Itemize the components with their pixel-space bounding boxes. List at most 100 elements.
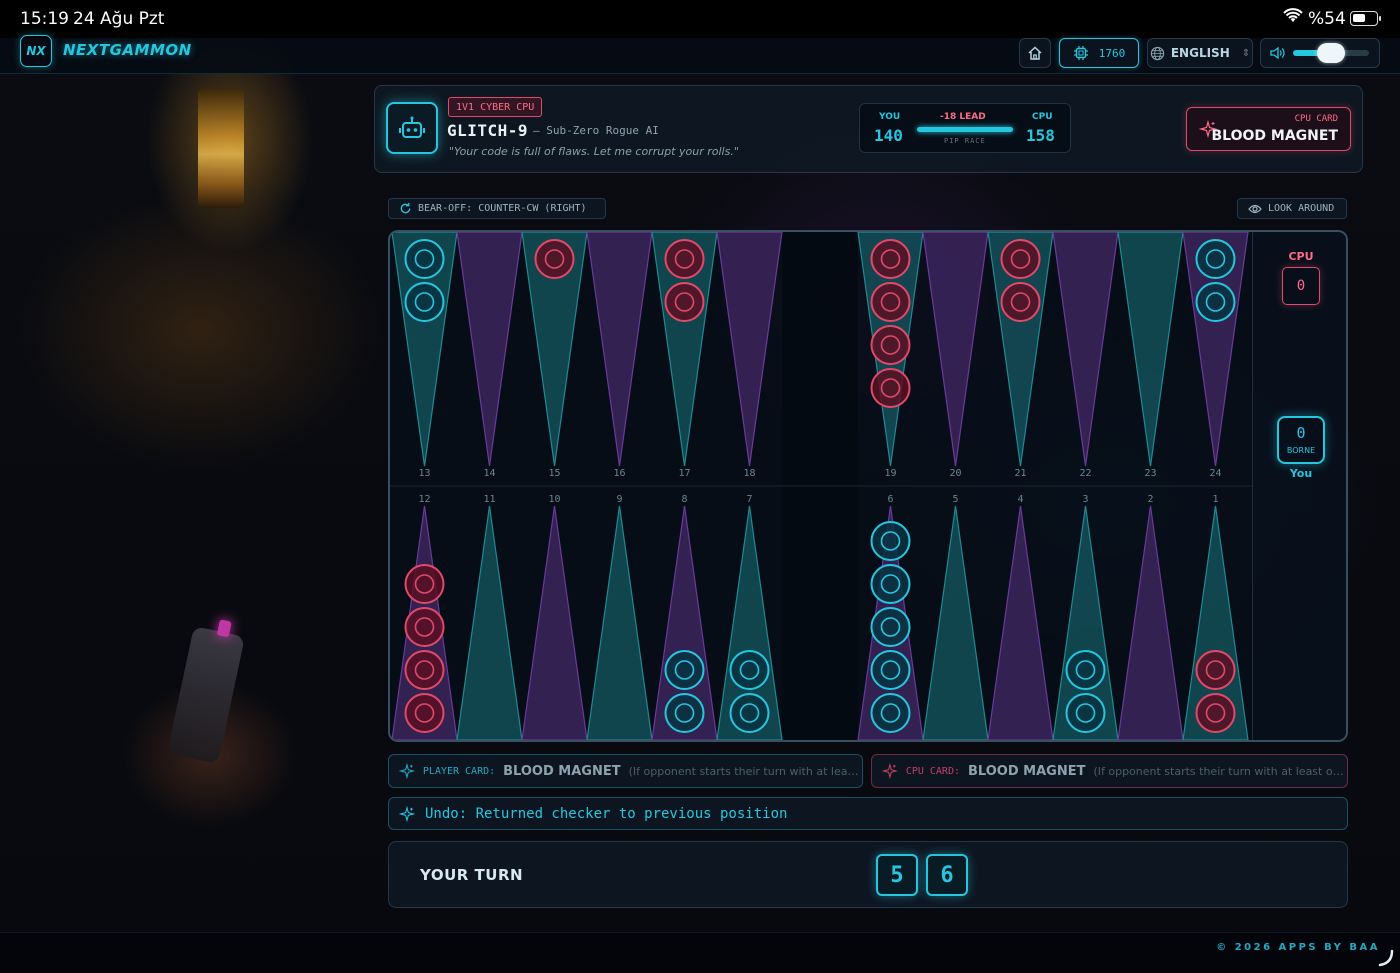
player-card[interactable]: PLAYER CARD: BLOOD MAGNET (If opponent s… xyxy=(388,754,863,788)
game-log: Undo: Returned checker to previous posit… xyxy=(388,797,1348,830)
player-checker[interactable] xyxy=(729,693,770,733)
volume-slider[interactable] xyxy=(1293,43,1369,63)
point-number-label: 18 xyxy=(743,468,755,479)
pip-lead: -18 LEAD xyxy=(940,112,986,122)
top-nav: NX NEXTGAMMON 1760 ENGLISH ⇕ xyxy=(0,35,1400,74)
player-checker[interactable] xyxy=(404,282,445,322)
point-number-label: 2 xyxy=(1147,494,1153,505)
turn-panel: YOUR TURN 5 6 xyxy=(388,841,1348,908)
bearoff-direction-button[interactable]: BEAR-OFF: COUNTER-CW (RIGHT) xyxy=(388,198,606,219)
player-checker[interactable] xyxy=(664,650,705,690)
player-checker[interactable] xyxy=(870,607,911,647)
cpu-checker[interactable] xyxy=(404,564,445,604)
home-button[interactable] xyxy=(1019,38,1051,68)
cpu-checker[interactable] xyxy=(1000,282,1041,322)
resize-handle-icon[interactable] xyxy=(1376,949,1394,967)
cpu-checker[interactable] xyxy=(664,239,705,279)
opponent-name: GLITCH-9 xyxy=(447,121,529,140)
cpu-checker[interactable] xyxy=(1000,239,1041,279)
cpu-card-name: BLOOD MAGNET xyxy=(1211,128,1338,144)
cpu-checker[interactable] xyxy=(870,282,911,322)
cpu-checker[interactable] xyxy=(404,607,445,647)
sparkle-icon xyxy=(399,805,415,822)
speaker-icon xyxy=(1270,46,1285,60)
point-2[interactable] xyxy=(1117,505,1184,740)
point-18[interactable] xyxy=(716,232,783,467)
you-borne-count: 0 xyxy=(1296,424,1306,442)
point-5[interactable] xyxy=(922,505,989,740)
point-number-label: 16 xyxy=(613,468,625,479)
opponent-quote: "Your code is full of flaws. Let me corr… xyxy=(449,145,739,158)
player-checker[interactable] xyxy=(404,239,445,279)
you-borne-off[interactable]: 0 BORNE xyxy=(1277,416,1325,464)
point-number-label: 3 xyxy=(1082,494,1088,505)
point-number-label: 5 xyxy=(952,494,958,505)
cpu-card-desc: (If opponent starts their turn with at l… xyxy=(1093,764,1347,778)
battery-icon xyxy=(1350,11,1381,26)
point-11[interactable] xyxy=(456,505,523,740)
coins-button[interactable]: 1760 xyxy=(1059,38,1139,68)
cpu-card[interactable]: CPU CARD: BLOOD MAGNET (If opponent star… xyxy=(871,754,1348,788)
volume-slider-thumb[interactable] xyxy=(1317,43,1345,63)
point-number-label: 4 xyxy=(1017,494,1023,505)
tray-cpu-label: CPU xyxy=(1288,250,1314,263)
point-23[interactable] xyxy=(1117,232,1184,467)
point-14[interactable] xyxy=(456,232,523,467)
player-checker[interactable] xyxy=(870,650,911,690)
point-number-label: 8 xyxy=(681,494,687,505)
mode-badge: 1V1 CYBER CPU xyxy=(448,97,543,117)
rotate-icon xyxy=(400,202,411,214)
you-borne-label: BORNE xyxy=(1286,446,1316,455)
cpu-checker[interactable] xyxy=(1195,650,1236,690)
player-checker[interactable] xyxy=(870,693,911,733)
point-9[interactable] xyxy=(586,505,653,740)
robot-icon xyxy=(386,102,438,154)
cpu-checker[interactable] xyxy=(404,693,445,733)
cpu-checker[interactable] xyxy=(664,282,705,322)
cpu-checker[interactable] xyxy=(404,650,445,690)
point-22[interactable] xyxy=(1052,232,1119,467)
logo-mark[interactable]: NX xyxy=(20,35,52,67)
logo-text[interactable]: NEXTGAMMON xyxy=(63,41,192,59)
point-number-label: 19 xyxy=(884,468,896,479)
volume-control[interactable] xyxy=(1260,38,1380,68)
status-time: 15:19 xyxy=(20,9,69,29)
point-10[interactable] xyxy=(521,505,588,740)
die-2[interactable]: 6 xyxy=(926,854,968,896)
look-around-button[interactable]: LOOK AROUND xyxy=(1237,198,1347,219)
player-checker[interactable] xyxy=(1065,693,1106,733)
player-checker[interactable] xyxy=(1195,282,1236,322)
player-checker[interactable] xyxy=(870,521,911,561)
point-4[interactable] xyxy=(987,505,1054,740)
player-checker[interactable] xyxy=(870,564,911,604)
status-bar: 15:19 24 Ağu Pzt %54 xyxy=(0,0,1400,38)
cpu-checker[interactable] xyxy=(1195,693,1236,733)
language-select[interactable]: ENGLISH ⇕ xyxy=(1147,38,1253,68)
point-number-label: 22 xyxy=(1079,468,1091,479)
cpu-borne-off[interactable]: 0 xyxy=(1282,267,1320,305)
cpu-checker[interactable] xyxy=(870,325,911,365)
player-card-desc: (If opponent starts their turn with at l… xyxy=(628,764,862,778)
player-checker[interactable] xyxy=(664,693,705,733)
cpu-checker[interactable] xyxy=(534,239,575,279)
cpu-card-button[interactable]: CPU CARD BLOOD MAGNET xyxy=(1186,107,1351,151)
point-number-label: 21 xyxy=(1014,468,1026,479)
player-checker[interactable] xyxy=(729,650,770,690)
player-checker[interactable] xyxy=(1065,650,1106,690)
die-1[interactable]: 5 xyxy=(876,854,918,896)
point-16[interactable] xyxy=(586,232,653,467)
point-20[interactable] xyxy=(922,232,989,467)
point-number-label: 15 xyxy=(548,468,560,479)
cpu-checker[interactable] xyxy=(870,368,911,408)
opponent-panel: 1V1 CYBER CPU GLITCH-9 — Sub-Zero Rogue … xyxy=(374,85,1363,173)
player-card-tag: PLAYER CARD: xyxy=(422,765,496,777)
pip-you-label: YOU xyxy=(879,112,901,122)
home-icon xyxy=(1028,46,1042,60)
point-number-label: 7 xyxy=(746,494,752,505)
look-around-label: LOOK AROUND xyxy=(1268,203,1335,214)
opponent-subtitle: — Sub-Zero Rogue AI xyxy=(533,124,659,137)
cpu-checker[interactable] xyxy=(870,239,911,279)
board-surface[interactable]: 13 12 14 11 15 10 16 9 17 8 18 7 19 6 20 5 21 4 22 3 23 2 24 1 xyxy=(390,232,1346,740)
player-checker[interactable] xyxy=(1195,239,1236,279)
pip-race-bar xyxy=(917,127,1013,132)
